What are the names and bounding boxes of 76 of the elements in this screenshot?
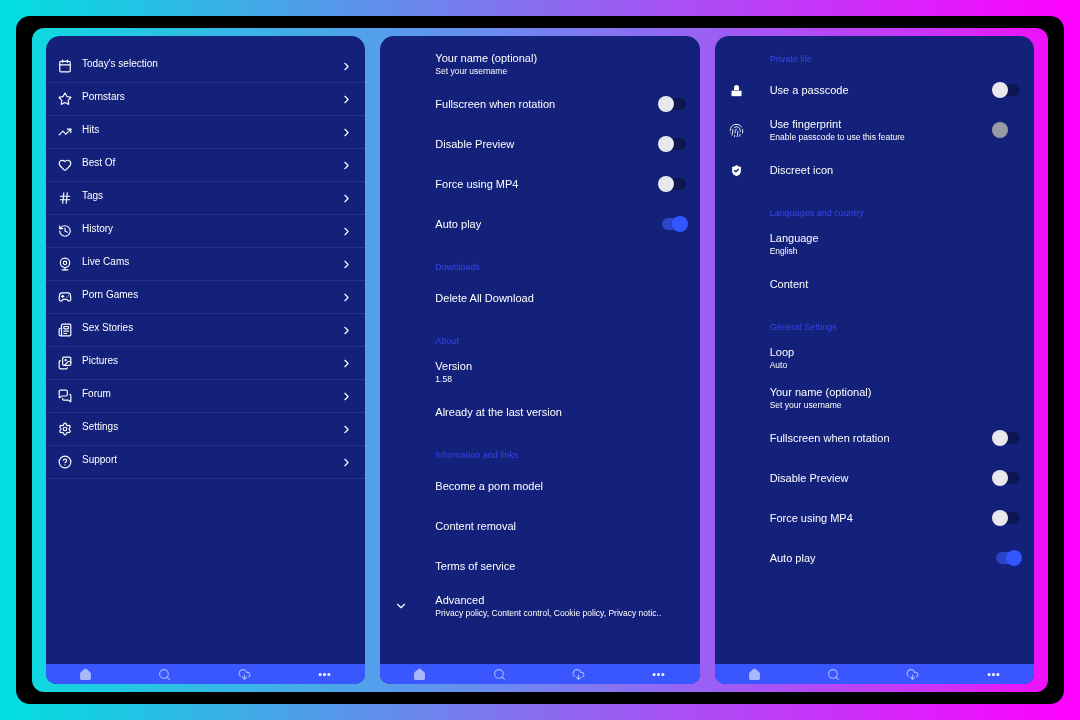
setting-title[interactable]: Fullscreen when rotation bbox=[435, 98, 662, 110]
setting-subtitle: 1.58 bbox=[435, 374, 453, 384]
setting-title[interactable]: Force using MP4 bbox=[769, 512, 996, 524]
setting-subtitle: English bbox=[769, 246, 799, 256]
setting-title[interactable]: Content bbox=[769, 278, 1020, 290]
menu-item[interactable]: Live Cams bbox=[46, 248, 366, 281]
setting-subtitle: Set your username bbox=[769, 400, 843, 410]
setting-title[interactable]: Auto play bbox=[435, 218, 662, 230]
menu-item[interactable]: Pornstars bbox=[46, 83, 366, 116]
section-header: About bbox=[435, 336, 459, 346]
section-header: Private life bbox=[769, 54, 812, 64]
toggle-switch[interactable] bbox=[661, 98, 686, 110]
menu-item[interactable]: Support bbox=[46, 446, 366, 479]
setting-title[interactable]: Force using MP4 bbox=[435, 178, 662, 190]
star-icon bbox=[58, 92, 72, 106]
setting-title[interactable]: Discreet icon bbox=[769, 164, 1020, 176]
section-header: Downloads bbox=[435, 262, 480, 272]
section-header: Information and links bbox=[435, 450, 519, 460]
menu-item[interactable]: Tags bbox=[46, 182, 366, 215]
search-icon[interactable] bbox=[492, 667, 506, 681]
menu-item[interactable]: Forum bbox=[46, 380, 366, 413]
setting-title[interactable]: Become a porn model bbox=[435, 480, 686, 492]
webcam-icon bbox=[58, 257, 72, 271]
menu-item[interactable]: Today's selection bbox=[46, 50, 366, 83]
setting-subtitle: Enable passcode to use this feature bbox=[769, 132, 906, 142]
setting-subtitle: Auto bbox=[769, 360, 789, 370]
setting-title[interactable]: Already at the last version bbox=[435, 406, 686, 418]
setting-title[interactable]: Disable Preview bbox=[435, 138, 662, 150]
menu-item[interactable]: Porn Games bbox=[46, 281, 366, 314]
history-icon bbox=[58, 224, 72, 238]
search-icon[interactable] bbox=[158, 667, 172, 681]
setting-title[interactable]: Your name (optional) bbox=[435, 52, 686, 64]
chat-icon bbox=[58, 389, 72, 403]
settings-icon bbox=[58, 422, 72, 436]
menu-item[interactable]: Best Of bbox=[46, 149, 366, 182]
setting-title[interactable]: Content removal bbox=[435, 520, 686, 532]
fingerprint-icon bbox=[728, 122, 744, 138]
setting-subtitle: Privacy policy, Content control, Cookie policy, Privacy notic.. bbox=[435, 608, 663, 618]
setting-title[interactable]: Language bbox=[769, 232, 1020, 244]
hash-icon bbox=[58, 191, 72, 205]
section-header: Languages and country bbox=[769, 208, 864, 218]
setting-title[interactable]: Use a passcode bbox=[769, 84, 996, 96]
toggle-switch[interactable] bbox=[661, 218, 686, 230]
toggle-switch[interactable] bbox=[661, 178, 686, 190]
cloud-download-icon[interactable] bbox=[906, 667, 920, 681]
lock-icon bbox=[728, 82, 744, 98]
setting-title[interactable]: Version bbox=[435, 360, 686, 372]
newspaper-icon bbox=[58, 323, 72, 337]
setting-title[interactable]: Delete All Download bbox=[435, 292, 686, 304]
calendar-icon bbox=[58, 59, 72, 73]
search-icon[interactable] bbox=[827, 667, 841, 681]
images-icon bbox=[58, 356, 72, 370]
setting-title[interactable]: Advanced bbox=[435, 594, 686, 606]
cloud-download-icon[interactable] bbox=[572, 667, 586, 681]
setting-title[interactable]: Auto play bbox=[769, 552, 996, 564]
setting-subtitle: Set your username bbox=[435, 66, 509, 76]
home-icon[interactable] bbox=[747, 667, 761, 681]
setting-title[interactable]: Loop bbox=[769, 346, 1020, 358]
heart-icon bbox=[58, 158, 72, 172]
menu-item[interactable]: Pictures bbox=[46, 347, 366, 380]
setting-title[interactable]: Terms of service bbox=[435, 560, 686, 572]
menu-item[interactable]: Sex Stories bbox=[46, 314, 366, 347]
toggle-switch[interactable] bbox=[996, 552, 1020, 564]
setting-title[interactable]: Disable Preview bbox=[769, 472, 996, 484]
menu-item[interactable]: History bbox=[46, 215, 366, 248]
cloud-download-icon[interactable] bbox=[237, 667, 251, 681]
toggle-switch[interactable] bbox=[661, 138, 686, 150]
help-icon bbox=[58, 455, 72, 469]
home-icon[interactable] bbox=[413, 667, 427, 681]
menu-item[interactable]: Hits bbox=[46, 116, 366, 149]
setting-title[interactable]: Fullscreen when rotation bbox=[769, 432, 996, 444]
home-icon[interactable] bbox=[79, 667, 93, 681]
gamepad-icon bbox=[58, 290, 72, 304]
menu-item[interactable]: Settings bbox=[46, 413, 366, 446]
setting-title[interactable]: Your name (optional) bbox=[769, 386, 1020, 398]
section-header: General Settings bbox=[769, 322, 837, 332]
